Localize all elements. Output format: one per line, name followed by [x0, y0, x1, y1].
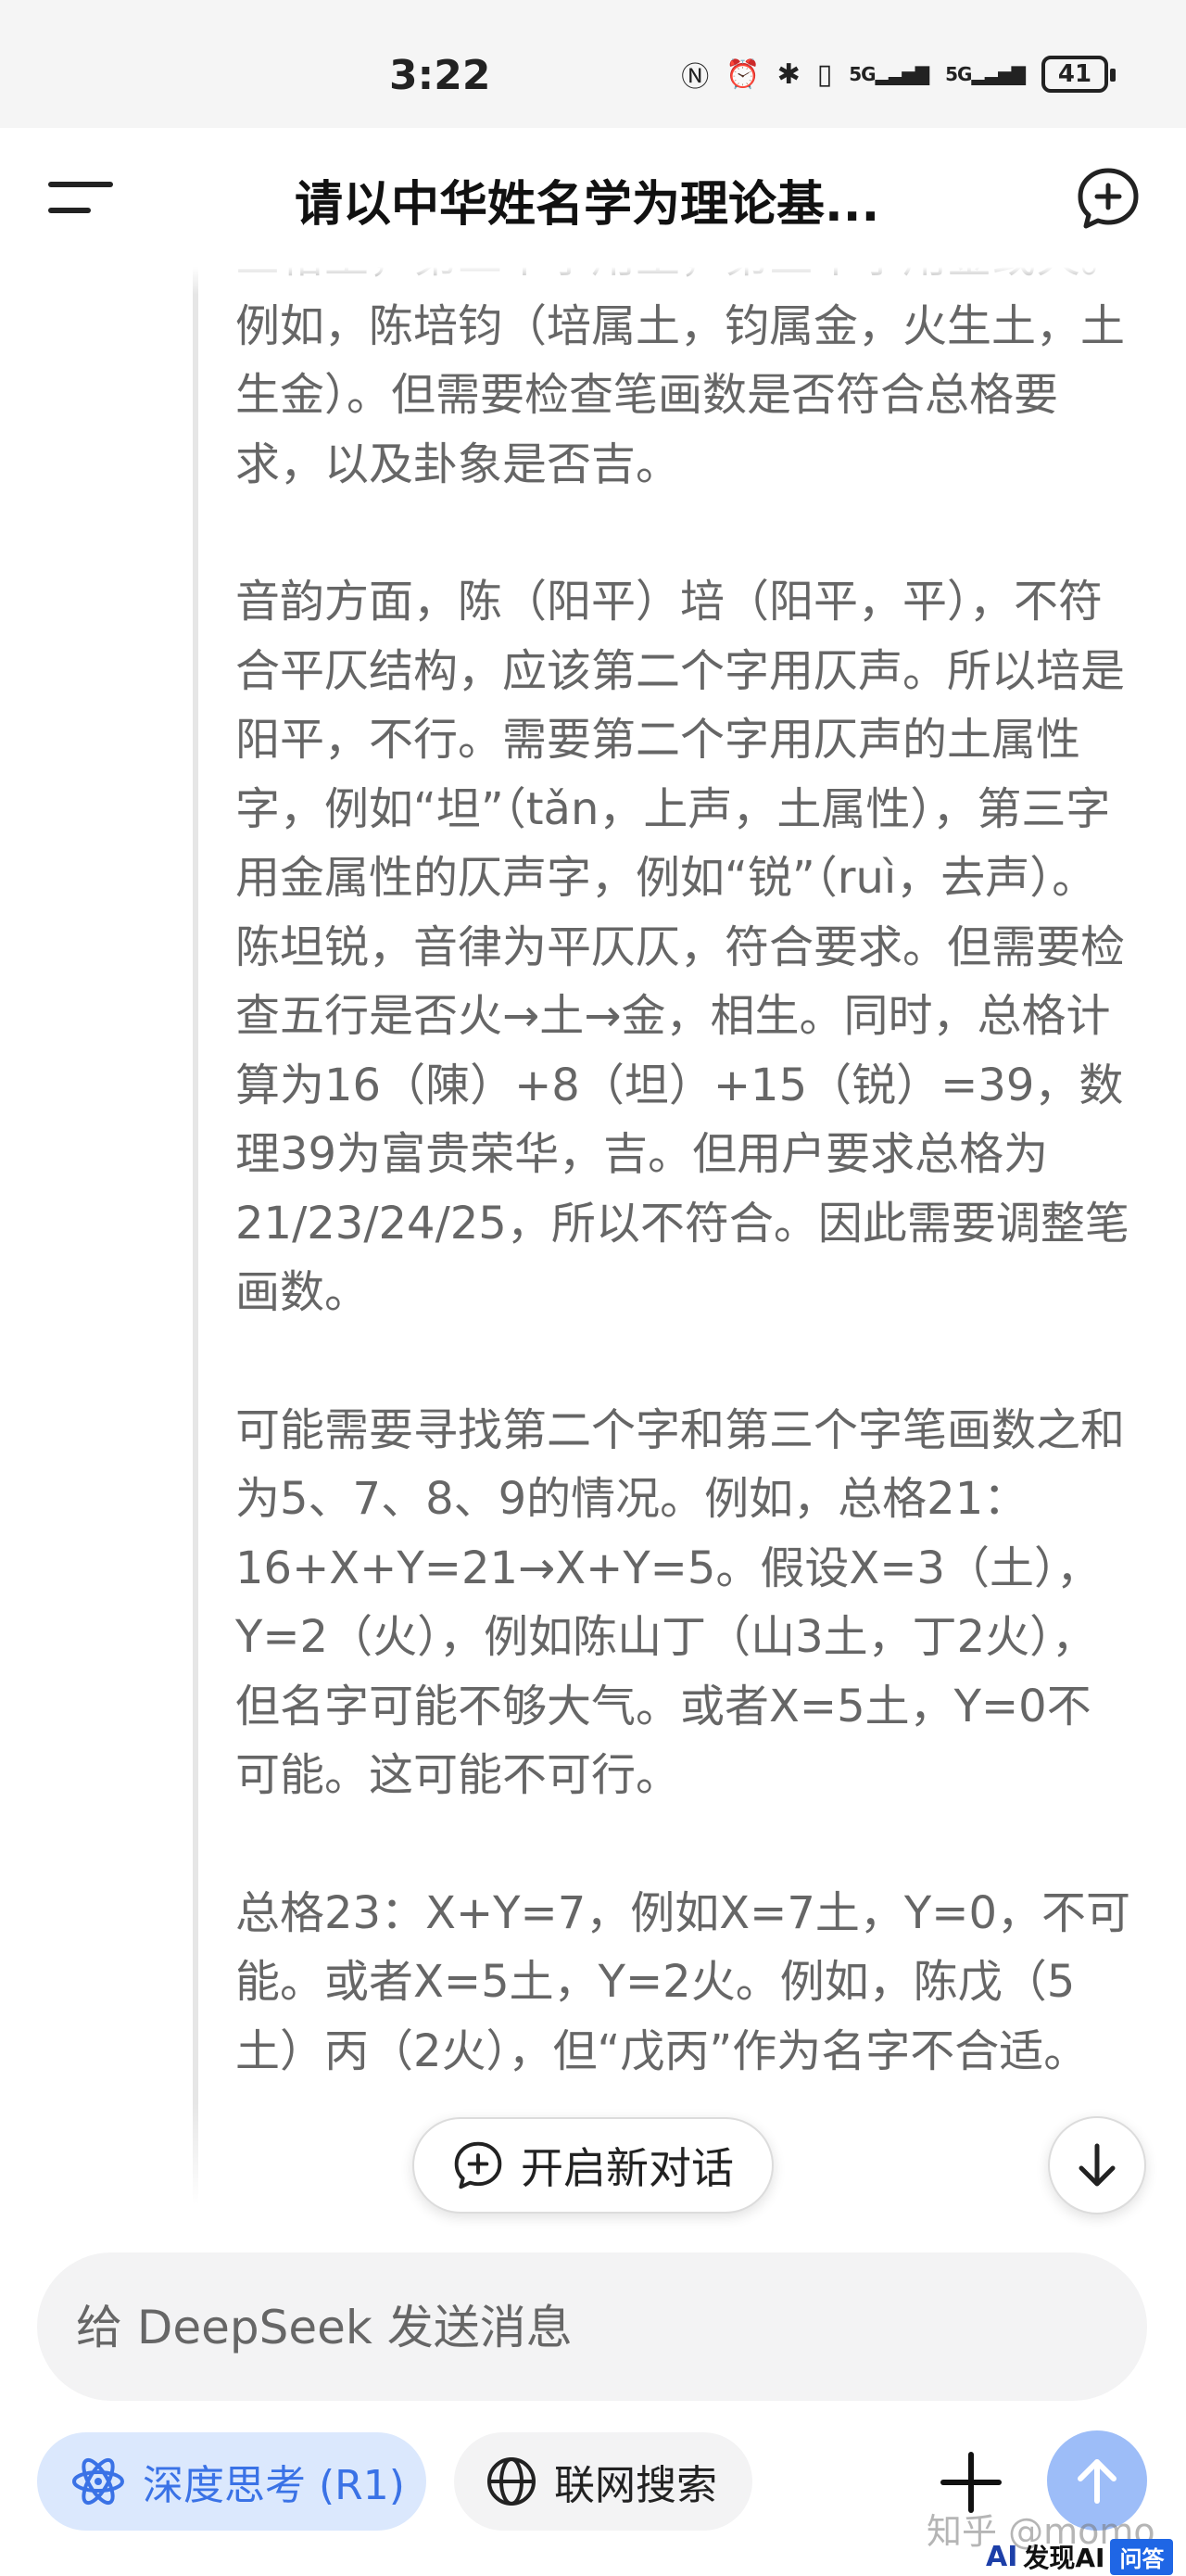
new-chat-button[interactable]: [1075, 165, 1142, 232]
thinking-paragraph: 三格土，第二个字用土，第三个字用金或火。例如，陈培钧（培属土，钧属金，火生土，土…: [235, 267, 1126, 490]
menu-icon-line-1: [48, 182, 113, 187]
arrow-down-icon: [1079, 2143, 1116, 2187]
fade-overlay-top: [0, 267, 1186, 295]
signal-bars-1: ▂▃▅▇: [875, 63, 930, 85]
badge-logo: AI: [986, 2540, 1018, 2573]
arrow-up-icon: [1078, 2459, 1117, 2504]
signal-icon-2: 5G▂▃▅▇: [945, 63, 1026, 85]
badge-tag: 问答: [1110, 2538, 1174, 2575]
web-search-label: 联网搜索: [554, 2462, 717, 2509]
atom-icon: [72, 2457, 124, 2506]
status-icons: Ⓝ ⏰ ✱ ▯ 5G▂▃▅▇ 5G▂▃▅▇ 41: [681, 54, 1116, 95]
new-dialog-label: 开启新对话: [521, 2143, 734, 2193]
deep-think-toggle[interactable]: 深度思考 (R1): [37, 2432, 426, 2531]
source-badge: AI 发现AI 问答: [986, 2538, 1174, 2575]
new-chat-icon: [1078, 168, 1139, 229]
battery-icon: 41: [1041, 56, 1116, 93]
message-input-box[interactable]: [37, 2252, 1147, 2401]
message-input[interactable]: [74, 2286, 1097, 2369]
chat-title: 请以中华姓名学为理论基...: [295, 177, 880, 233]
menu-icon-line-2: [48, 208, 91, 213]
vibrate-icon: ▯: [816, 57, 833, 91]
new-dialog-button[interactable]: 开启新对话: [412, 2117, 774, 2214]
nfc-icon: Ⓝ: [681, 61, 710, 94]
new-chat-icon: [454, 2141, 502, 2189]
web-search-toggle[interactable]: 联网搜索: [454, 2432, 752, 2531]
badge-text: 发现AI: [1023, 2543, 1105, 2573]
signal-1-label: 5G: [849, 63, 876, 85]
app-screen: 3:22 Ⓝ ⏰ ✱ ▯ 5G▂▃▅▇ 5G▂▃▅▇ 41 请以中华姓名学为理论…: [0, 0, 1186, 2576]
signal-bars-2: ▂▃▅▇: [971, 63, 1026, 85]
thinking-paragraph: 总格23：X+Y=7，例如X=7土，Y=0，不可能。或者X=5土，Y=2火。例如…: [235, 1886, 1130, 2077]
scroll-to-bottom-button[interactable]: [1048, 2116, 1146, 2214]
deep-think-label: 深度思考 (R1): [143, 2462, 405, 2509]
thinking-indicator-bar: [193, 267, 198, 2204]
thinking-text: 三格土，第二个字用土，第三个字用金或火。例如，陈培钧（培属土，钧属金，火生土，土…: [235, 267, 1134, 2154]
thinking-paragraph: 音韵方面，陈（阳平）培（阳平，平），不符合平仄结构，应该第二个字用仄声。所以培是…: [235, 576, 1129, 1318]
alarm-icon: ⏰: [725, 57, 761, 91]
chat-header: 请以中华姓名学为理论基...: [0, 128, 1186, 267]
status-bar: 3:22 Ⓝ ⏰ ✱ ▯ 5G▂▃▅▇ 5G▂▃▅▇ 41: [0, 0, 1186, 128]
signal-icon-1: 5G▂▃▅▇: [849, 63, 930, 85]
globe-icon: [487, 2457, 536, 2506]
menu-button[interactable]: [48, 174, 113, 221]
signal-2-label: 5G: [945, 63, 972, 85]
thinking-paragraph: 可能需要寻找第二个字和第三个字笔画数之和为5、7、8、9的情况。例如，总格21：…: [235, 1403, 1126, 1802]
chat-content[interactable]: 三格土，第二个字用土，第三个字用金或火。例如，陈培钧（培属土，钧属金，火生土，土…: [0, 267, 1186, 2204]
bluetooth-icon: ✱: [776, 57, 801, 91]
status-time: 3:22: [389, 52, 491, 99]
